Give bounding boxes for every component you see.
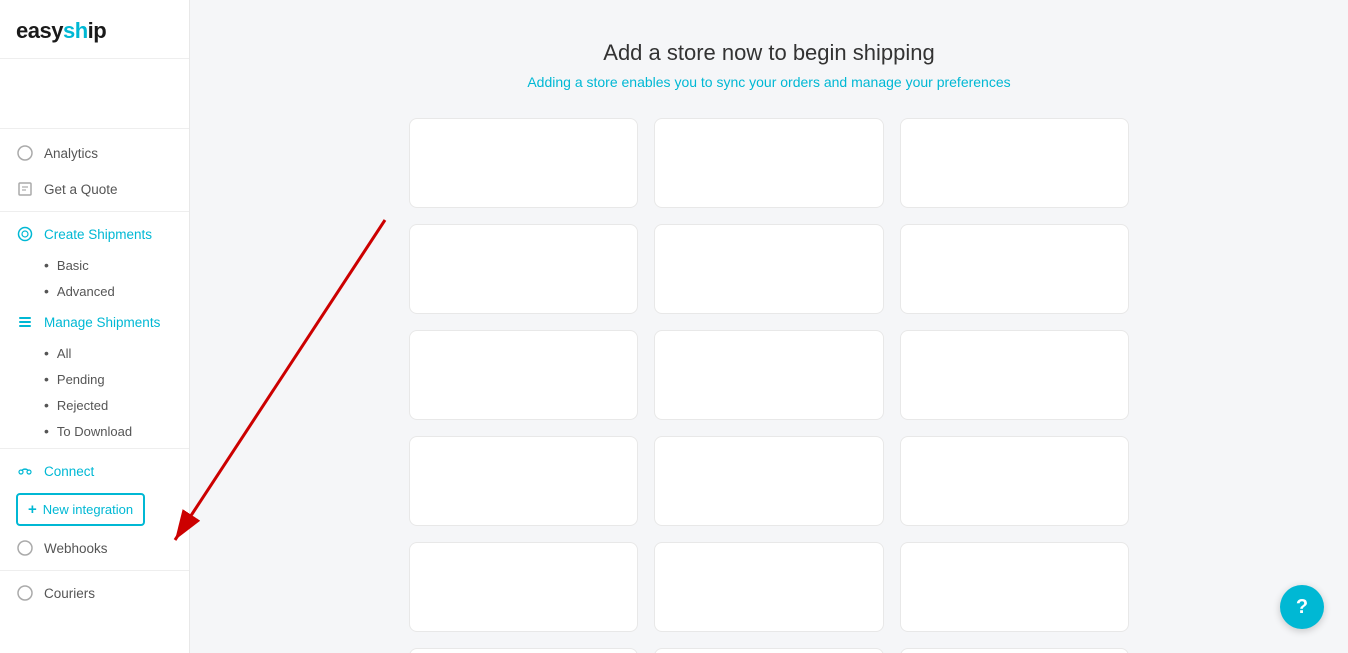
main-content: Add a store now to begin shipping Adding…: [190, 0, 1348, 653]
store-card[interactable]: [409, 648, 638, 653]
store-card[interactable]: [409, 436, 638, 526]
manage-shipments-subitems: All Pending Rejected To Download: [0, 340, 189, 444]
store-card[interactable]: [409, 542, 638, 632]
connect-icon: [16, 462, 34, 480]
store-card[interactable]: [900, 224, 1129, 314]
advanced-label: Advanced: [57, 284, 115, 299]
sidebar-item-advanced[interactable]: Advanced: [44, 278, 189, 304]
sidebar-item-to-download[interactable]: To Download: [44, 418, 189, 444]
store-card[interactable]: [654, 542, 883, 632]
connect-label: Connect: [44, 464, 94, 479]
store-card[interactable]: [409, 330, 638, 420]
page-subtitle: Adding a store enables you to sync your …: [250, 74, 1288, 90]
sidebar-item-all[interactable]: All: [44, 340, 189, 366]
sidebar-item-pending[interactable]: Pending: [44, 366, 189, 392]
to-download-label: To Download: [57, 424, 132, 439]
page-title: Add a store now to begin shipping: [250, 40, 1288, 66]
quote-icon: [16, 180, 34, 198]
store-card[interactable]: [900, 436, 1129, 526]
webhooks-icon: [16, 539, 34, 557]
store-card[interactable]: [409, 118, 638, 208]
store-card[interactable]: [654, 118, 883, 208]
sidebar-item-couriers[interactable]: Couriers: [0, 575, 189, 611]
logo: easyship: [16, 18, 173, 44]
sidebar-item-analytics[interactable]: Analytics: [0, 135, 189, 171]
store-card[interactable]: [409, 224, 638, 314]
sidebar: easyship Analytics Get a Quote Create Sh…: [0, 0, 190, 653]
basic-label: Basic: [57, 258, 89, 273]
create-shipments-subitems: Basic Advanced: [0, 252, 189, 304]
manage-shipments-label: Manage Shipments: [44, 315, 160, 330]
webhooks-label: Webhooks: [44, 541, 108, 556]
store-card[interactable]: [654, 330, 883, 420]
logo-area: easyship: [0, 0, 189, 59]
sidebar-item-manage-shipments[interactable]: Manage Shipments: [0, 304, 189, 340]
store-card[interactable]: [900, 118, 1129, 208]
store-card[interactable]: [900, 542, 1129, 632]
analytics-icon: [16, 144, 34, 162]
avatar-area: [0, 59, 189, 129]
couriers-icon: [16, 584, 34, 602]
new-integration-button[interactable]: + New integration: [16, 493, 145, 526]
store-card[interactable]: [900, 648, 1129, 653]
sidebar-item-create-shipments[interactable]: Create Shipments: [0, 216, 189, 252]
quote-label: Get a Quote: [44, 182, 118, 197]
store-card[interactable]: [900, 330, 1129, 420]
sidebar-item-rejected[interactable]: Rejected: [44, 392, 189, 418]
pending-label: Pending: [57, 372, 105, 387]
plus-icon: +: [28, 501, 37, 518]
sidebar-item-basic[interactable]: Basic: [44, 252, 189, 278]
couriers-label: Couriers: [44, 586, 95, 601]
all-label: All: [57, 346, 71, 361]
page-header: Add a store now to begin shipping Adding…: [250, 40, 1288, 90]
store-card[interactable]: [654, 436, 883, 526]
rejected-label: Rejected: [57, 398, 108, 413]
nav-section: Analytics Get a Quote Create Shipments B…: [0, 129, 189, 617]
store-card[interactable]: [654, 224, 883, 314]
help-button[interactable]: ?: [1280, 585, 1324, 629]
sidebar-item-get-a-quote[interactable]: Get a Quote: [0, 171, 189, 207]
new-integration-label: New integration: [43, 502, 133, 517]
create-shipments-icon: [16, 225, 34, 243]
analytics-label: Analytics: [44, 146, 98, 161]
create-shipments-label: Create Shipments: [44, 227, 152, 242]
manage-shipments-icon: [16, 313, 34, 331]
store-card-active[interactable]: [654, 648, 883, 653]
sidebar-item-connect[interactable]: Connect: [0, 453, 189, 489]
sidebar-item-webhooks[interactable]: Webhooks: [0, 530, 189, 566]
store-grid: [409, 118, 1129, 653]
help-label: ?: [1296, 596, 1308, 619]
